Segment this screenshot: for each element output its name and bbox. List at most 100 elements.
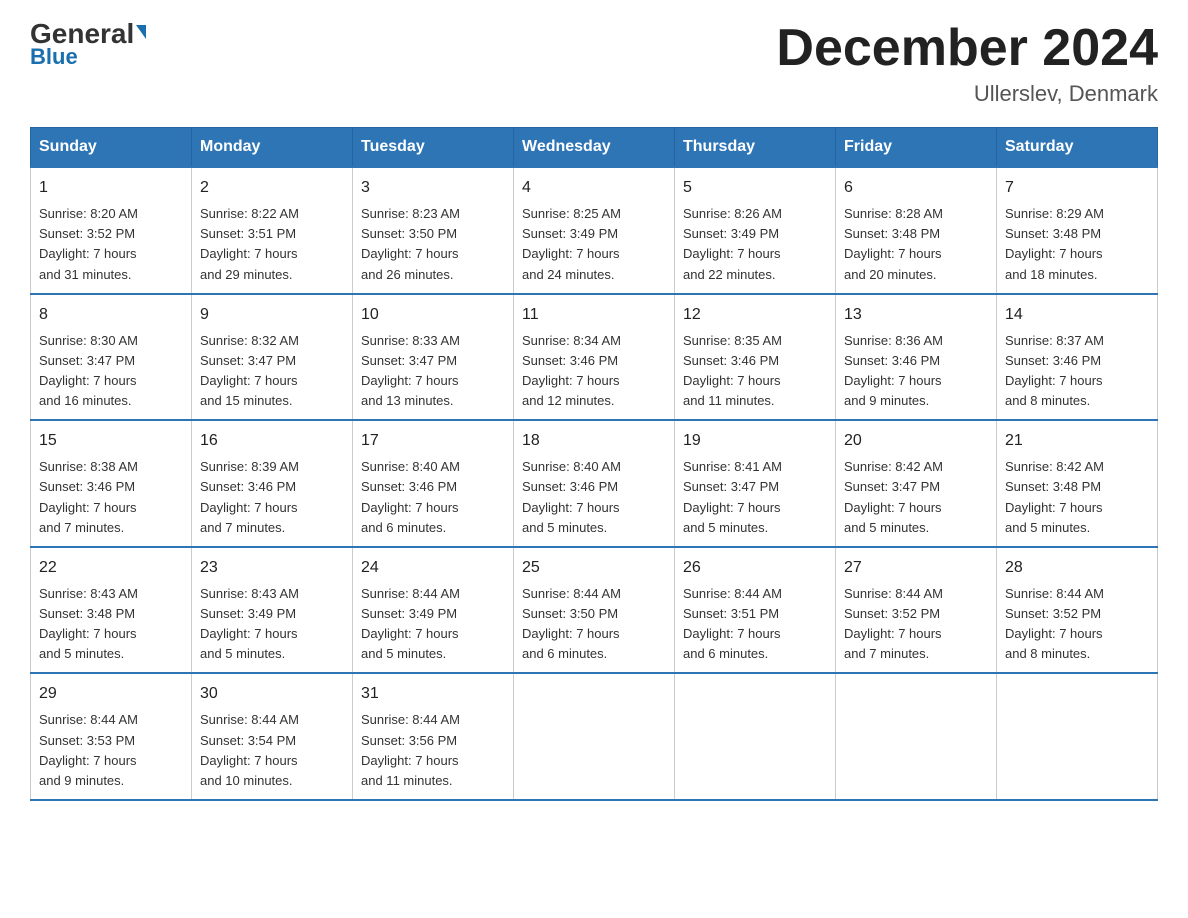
weekday-header-friday: Friday — [836, 128, 997, 168]
day-number: 24 — [361, 556, 505, 580]
calendar-cell: 1 Sunrise: 8:20 AMSunset: 3:52 PMDaylight… — [31, 167, 192, 294]
day-info: Sunrise: 8:23 AMSunset: 3:50 PMDaylight:… — [361, 204, 505, 285]
calendar-cell: 21 Sunrise: 8:42 AMSunset: 3:48 PMDayligh… — [997, 420, 1158, 547]
day-number: 17 — [361, 429, 505, 453]
day-info: Sunrise: 8:39 AMSunset: 3:46 PMDaylight:… — [200, 457, 344, 538]
day-number: 15 — [39, 429, 183, 453]
calendar-cell: 8Sunrise: 8:30 AMSunset: 3:47 PMDaylight… — [31, 294, 192, 421]
day-number: 29 — [39, 682, 183, 706]
calendar-cell: 14 Sunrise: 8:37 AMSunset: 3:46 PMDayligh… — [997, 294, 1158, 421]
calendar-cell: 20 Sunrise: 8:42 AMSunset: 3:47 PMDayligh… — [836, 420, 997, 547]
day-info: Sunrise: 8:42 AMSunset: 3:47 PMDaylight:… — [844, 457, 988, 538]
day-number: 4 — [522, 176, 666, 200]
day-number: 19 — [683, 429, 827, 453]
calendar-cell: 30Sunrise: 8:44 AMSunset: 3:54 PMDayligh… — [192, 673, 353, 800]
calendar-week-row: 29 Sunrise: 8:44 AMSunset: 3:53 PMDayligh… — [31, 673, 1158, 800]
day-number: 16 — [200, 429, 344, 453]
calendar-cell: 12Sunrise: 8:35 AMSunset: 3:46 PMDayligh… — [675, 294, 836, 421]
day-number: 12 — [683, 303, 827, 327]
day-info: Sunrise: 8:43 AMSunset: 3:48 PMDaylight:… — [39, 584, 183, 665]
calendar-week-row: 15 Sunrise: 8:38 AMSunset: 3:46 PMDayligh… — [31, 420, 1158, 547]
weekday-header-tuesday: Tuesday — [353, 128, 514, 168]
day-info: Sunrise: 8:44 AMSunset: 3:51 PMDaylight:… — [683, 584, 827, 665]
calendar-week-row: 8Sunrise: 8:30 AMSunset: 3:47 PMDaylight… — [31, 294, 1158, 421]
day-info: Sunrise: 8:44 AMSunset: 3:53 PMDaylight:… — [39, 710, 183, 791]
calendar-cell: 10 Sunrise: 8:33 AMSunset: 3:47 PMDayligh… — [353, 294, 514, 421]
calendar-cell: 5 Sunrise: 8:26 AMSunset: 3:49 PMDaylight… — [675, 167, 836, 294]
day-number: 18 — [522, 429, 666, 453]
calendar-cell: 3 Sunrise: 8:23 AMSunset: 3:50 PMDaylight… — [353, 167, 514, 294]
day-info: Sunrise: 8:33 AMSunset: 3:47 PMDaylight:… — [361, 331, 505, 412]
calendar-cell: 19 Sunrise: 8:41 AMSunset: 3:47 PMDayligh… — [675, 420, 836, 547]
day-number: 14 — [1005, 303, 1149, 327]
calendar-cell — [675, 673, 836, 800]
day-number: 31 — [361, 682, 505, 706]
day-info: Sunrise: 8:32 AMSunset: 3:47 PMDaylight:… — [200, 331, 344, 412]
day-info: Sunrise: 8:44 AMSunset: 3:52 PMDaylight:… — [844, 584, 988, 665]
day-info: Sunrise: 8:40 AMSunset: 3:46 PMDaylight:… — [361, 457, 505, 538]
weekday-header-sunday: Sunday — [31, 128, 192, 168]
calendar-cell: 28 Sunrise: 8:44 AMSunset: 3:52 PMDayligh… — [997, 547, 1158, 674]
calendar-cell: 7 Sunrise: 8:29 AMSunset: 3:48 PMDaylight… — [997, 167, 1158, 294]
day-info: Sunrise: 8:26 AMSunset: 3:49 PMDaylight:… — [683, 204, 827, 285]
day-number: 1 — [39, 176, 183, 200]
calendar-cell: 16 Sunrise: 8:39 AMSunset: 3:46 PMDayligh… — [192, 420, 353, 547]
day-info: Sunrise: 8:20 AMSunset: 3:52 PMDaylight:… — [39, 204, 183, 285]
location: Ullerslev, Denmark — [776, 81, 1158, 107]
weekday-header-thursday: Thursday — [675, 128, 836, 168]
day-info: Sunrise: 8:44 AMSunset: 3:50 PMDaylight:… — [522, 584, 666, 665]
calendar-cell: 2Sunrise: 8:22 AMSunset: 3:51 PMDaylight… — [192, 167, 353, 294]
calendar-cell: 18Sunrise: 8:40 AMSunset: 3:46 PMDayligh… — [514, 420, 675, 547]
calendar-cell: 31Sunrise: 8:44 AMSunset: 3:56 PMDayligh… — [353, 673, 514, 800]
day-number: 25 — [522, 556, 666, 580]
day-number: 3 — [361, 176, 505, 200]
calendar-cell: 11 Sunrise: 8:34 AMSunset: 3:46 PMDayligh… — [514, 294, 675, 421]
day-info: Sunrise: 8:29 AMSunset: 3:48 PMDaylight:… — [1005, 204, 1149, 285]
day-number: 20 — [844, 429, 988, 453]
day-info: Sunrise: 8:37 AMSunset: 3:46 PMDaylight:… — [1005, 331, 1149, 412]
day-info: Sunrise: 8:44 AMSunset: 3:52 PMDaylight:… — [1005, 584, 1149, 665]
day-number: 10 — [361, 303, 505, 327]
day-number: 9 — [200, 303, 344, 327]
day-number: 22 — [39, 556, 183, 580]
day-number: 8 — [39, 303, 183, 327]
logo-blue: Blue — [30, 44, 78, 70]
calendar-week-row: 22 Sunrise: 8:43 AMSunset: 3:48 PMDayligh… — [31, 547, 1158, 674]
calendar-cell: 24Sunrise: 8:44 AMSunset: 3:49 PMDayligh… — [353, 547, 514, 674]
weekday-header-wednesday: Wednesday — [514, 128, 675, 168]
day-number: 23 — [200, 556, 344, 580]
calendar-cell: 17 Sunrise: 8:40 AMSunset: 3:46 PMDayligh… — [353, 420, 514, 547]
logo: General Blue — [30, 20, 146, 70]
day-info: Sunrise: 8:42 AMSunset: 3:48 PMDaylight:… — [1005, 457, 1149, 538]
weekday-header-monday: Monday — [192, 128, 353, 168]
day-number: 11 — [522, 303, 666, 327]
day-number: 2 — [200, 176, 344, 200]
day-info: Sunrise: 8:28 AMSunset: 3:48 PMDaylight:… — [844, 204, 988, 285]
calendar-table: SundayMondayTuesdayWednesdayThursdayFrid… — [30, 127, 1158, 801]
day-number: 7 — [1005, 176, 1149, 200]
day-number: 27 — [844, 556, 988, 580]
day-info: Sunrise: 8:41 AMSunset: 3:47 PMDaylight:… — [683, 457, 827, 538]
calendar-cell: 13Sunrise: 8:36 AMSunset: 3:46 PMDayligh… — [836, 294, 997, 421]
calendar-cell: 23 Sunrise: 8:43 AMSunset: 3:49 PMDayligh… — [192, 547, 353, 674]
calendar-cell: 15 Sunrise: 8:38 AMSunset: 3:46 PMDayligh… — [31, 420, 192, 547]
weekday-header-saturday: Saturday — [997, 128, 1158, 168]
day-number: 28 — [1005, 556, 1149, 580]
calendar-cell: 6 Sunrise: 8:28 AMSunset: 3:48 PMDaylight… — [836, 167, 997, 294]
title-block: December 2024 Ullerslev, Denmark — [776, 20, 1158, 107]
calendar-cell: 27 Sunrise: 8:44 AMSunset: 3:52 PMDayligh… — [836, 547, 997, 674]
day-info: Sunrise: 8:44 AMSunset: 3:54 PMDaylight:… — [200, 710, 344, 791]
day-info: Sunrise: 8:34 AMSunset: 3:46 PMDaylight:… — [522, 331, 666, 412]
day-info: Sunrise: 8:43 AMSunset: 3:49 PMDaylight:… — [200, 584, 344, 665]
calendar-cell — [997, 673, 1158, 800]
calendar-cell: 4Sunrise: 8:25 AMSunset: 3:49 PMDaylight… — [514, 167, 675, 294]
day-number: 5 — [683, 176, 827, 200]
calendar-header-row: SundayMondayTuesdayWednesdayThursdayFrid… — [31, 128, 1158, 168]
calendar-week-row: 1 Sunrise: 8:20 AMSunset: 3:52 PMDaylight… — [31, 167, 1158, 294]
day-number: 6 — [844, 176, 988, 200]
day-info: Sunrise: 8:38 AMSunset: 3:46 PMDaylight:… — [39, 457, 183, 538]
page-header: General Blue December 2024 Ullerslev, De… — [30, 20, 1158, 107]
day-number: 21 — [1005, 429, 1149, 453]
day-number: 26 — [683, 556, 827, 580]
day-number: 13 — [844, 303, 988, 327]
